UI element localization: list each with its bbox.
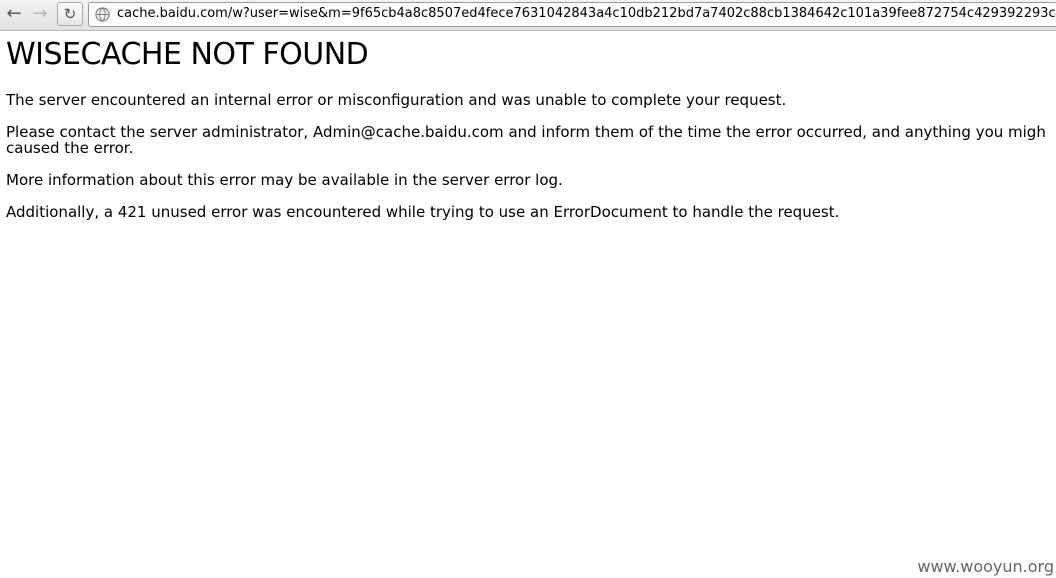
browser-toolbar: ← → ↻ cache.baidu.com/w?user=wise&m=9f65… [0, 0, 1056, 31]
reload-icon: ↻ [63, 4, 77, 23]
forward-button[interactable]: → [29, 3, 51, 25]
back-button[interactable]: ← [3, 3, 25, 25]
watermark: www.wooyun.org [917, 557, 1054, 576]
page-content: WISECACHE NOT FOUND The server encounter… [6, 36, 1056, 220]
error-message: The server encountered an internal error… [6, 91, 787, 109]
contact-message-line2: caused the error. [6, 139, 134, 157]
globe-icon [95, 7, 110, 22]
page-title: WISECACHE NOT FOUND [6, 37, 369, 72]
back-arrow-icon: ← [6, 3, 22, 24]
log-info-message: More information about this error may be… [6, 171, 563, 189]
address-bar[interactable]: cache.baidu.com/w?user=wise&m=9f65cb4a8c… [88, 2, 1056, 27]
reload-button[interactable]: ↻ [57, 2, 83, 26]
contact-message-line1: Please contact the server administrator,… [6, 123, 1046, 141]
url-text[interactable]: cache.baidu.com/w?user=wise&m=9f65cb4a8c… [117, 6, 1056, 21]
forward-arrow-icon: → [32, 3, 48, 24]
additional-error-message: Additionally, a 421 unused error was enc… [6, 203, 840, 221]
